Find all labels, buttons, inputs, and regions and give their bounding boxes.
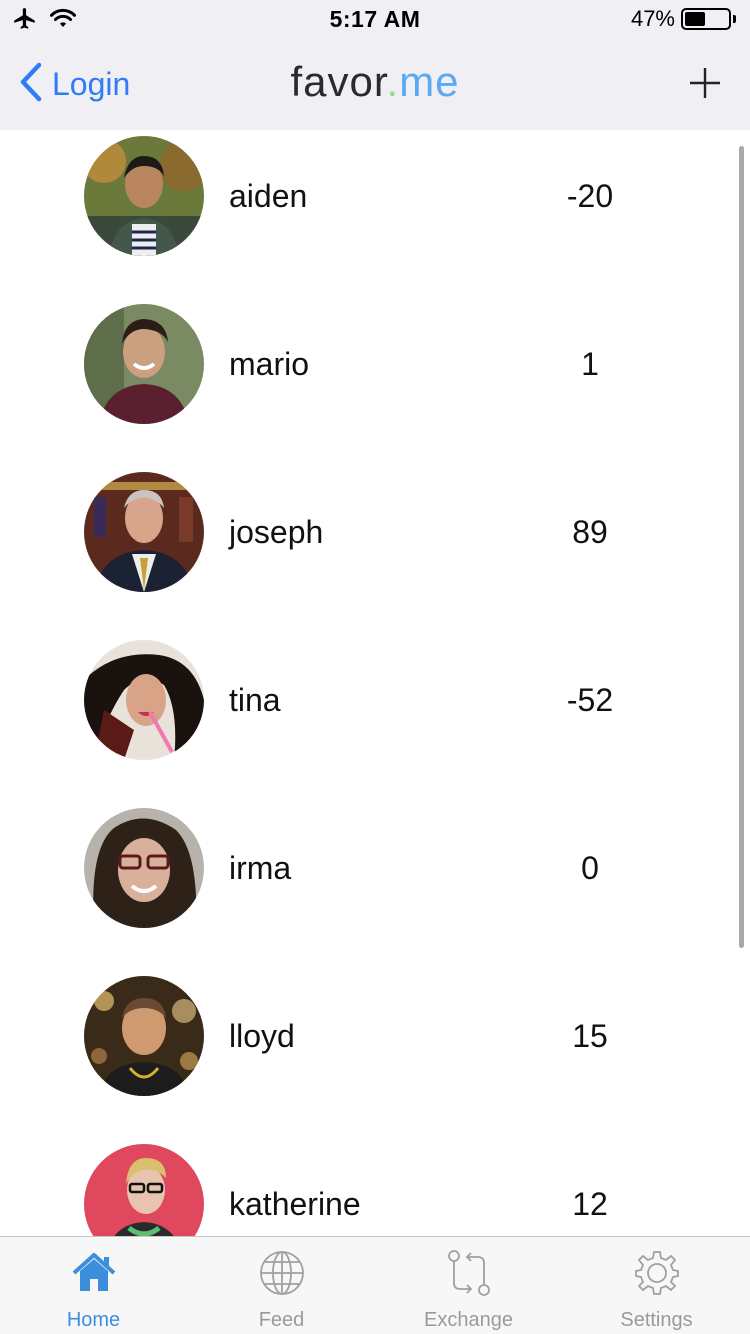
avatar bbox=[84, 472, 204, 592]
battery-percent: 47% bbox=[630, 6, 675, 31]
avatar bbox=[84, 304, 204, 424]
battery-icon bbox=[681, 8, 731, 30]
brand-text-dot: . bbox=[386, 58, 400, 105]
battery-fill bbox=[685, 12, 705, 26]
exchange-icon bbox=[447, 1250, 490, 1296]
tab-settings[interactable]: Settings bbox=[563, 1237, 750, 1334]
favor-balance: 1 bbox=[581, 346, 599, 382]
user-name: mario bbox=[229, 346, 310, 382]
avatar bbox=[84, 808, 204, 928]
add-button[interactable] bbox=[688, 66, 722, 100]
battery-status: 47% bbox=[631, 6, 736, 32]
avatar bbox=[84, 136, 204, 256]
user-name: tina bbox=[229, 682, 281, 718]
list-item[interactable]: tina -52 bbox=[0, 634, 750, 802]
favor-balance: 12 bbox=[572, 1186, 608, 1222]
tab-label: Home bbox=[66, 1309, 121, 1331]
brand-text-favor: favor bbox=[290, 58, 387, 105]
favor-balance: -20 bbox=[566, 178, 614, 214]
tab-feed[interactable]: Feed bbox=[188, 1237, 375, 1334]
avatar bbox=[84, 640, 204, 760]
status-bar: 5:17 AM 47% bbox=[0, 0, 750, 40]
user-name: lloyd bbox=[229, 1018, 295, 1054]
user-name: katherine bbox=[229, 1186, 361, 1222]
user-name: aiden bbox=[229, 178, 308, 214]
list-item[interactable]: katherine 12 bbox=[0, 1138, 750, 1236]
tab-exchange[interactable]: Exchange bbox=[375, 1237, 562, 1334]
list-item[interactable]: aiden -20 bbox=[0, 130, 750, 298]
list-scrollbar[interactable] bbox=[739, 146, 744, 948]
avatar bbox=[84, 976, 204, 1096]
favor-balance: 0 bbox=[581, 850, 599, 886]
tab-home[interactable]: Home bbox=[0, 1237, 187, 1334]
gear-icon bbox=[634, 1251, 679, 1295]
home-icon bbox=[72, 1253, 115, 1291]
tab-label: Settings bbox=[620, 1309, 693, 1331]
globe-icon bbox=[259, 1251, 304, 1295]
friends-list[interactable]: aiden -20 mario 1 joseph 89 tina -52 irm… bbox=[0, 130, 750, 1236]
brand-text-me: me bbox=[399, 58, 460, 105]
header: 5:17 AM 47% Login favor.me bbox=[0, 0, 750, 130]
favor-balance: 15 bbox=[572, 1018, 608, 1054]
favor-balance: -52 bbox=[566, 682, 614, 718]
tab-label: Feed bbox=[258, 1309, 305, 1331]
list-item[interactable]: irma 0 bbox=[0, 802, 750, 970]
app-logo: favor.me bbox=[0, 58, 750, 106]
favor-balance: 89 bbox=[572, 514, 608, 550]
plus-icon bbox=[690, 68, 720, 98]
avatar bbox=[84, 1144, 204, 1236]
battery-cap bbox=[733, 15, 736, 23]
list-item[interactable]: mario 1 bbox=[0, 298, 750, 466]
tab-label: Exchange bbox=[424, 1309, 513, 1331]
user-name: irma bbox=[229, 850, 292, 886]
user-name: joseph bbox=[229, 514, 324, 550]
tab-bar: Home Feed Exchange Settings bbox=[0, 1236, 750, 1334]
nav-bar: Login favor.me bbox=[0, 40, 750, 130]
list-item[interactable]: lloyd 15 bbox=[0, 970, 750, 1138]
list-item[interactable]: joseph 89 bbox=[0, 466, 750, 634]
